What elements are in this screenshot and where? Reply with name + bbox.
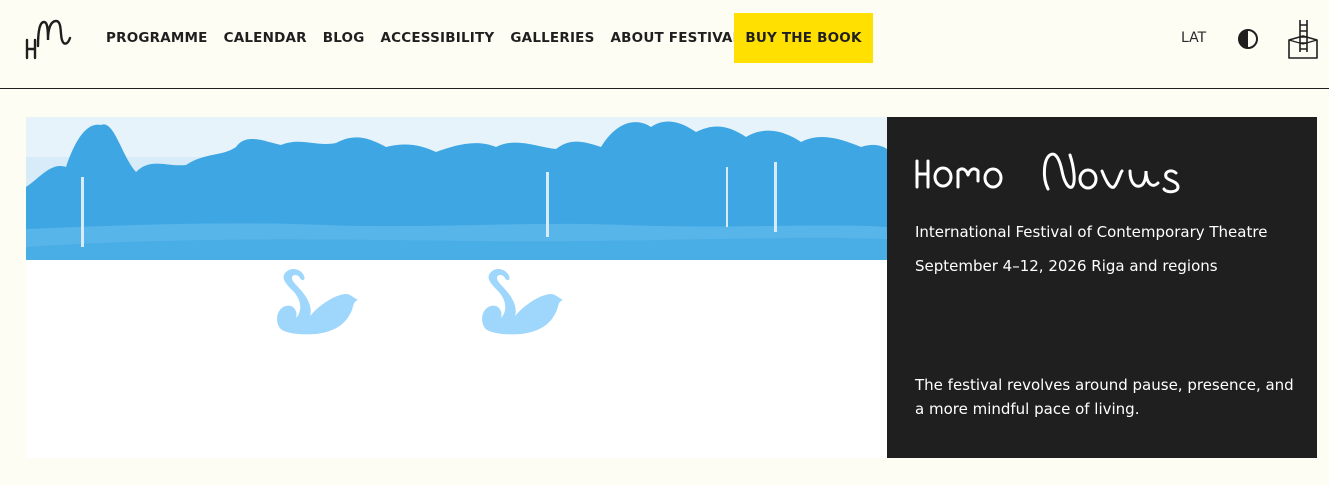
festival-subtitle: International Festival of Contemporary T…: [915, 223, 1268, 241]
nav-calendar[interactable]: CALENDAR: [224, 30, 307, 46]
festival-description: The festival revolves around pause, pres…: [915, 376, 1294, 418]
homo-novus-wordmark: [915, 152, 1180, 194]
house-ladder-icon[interactable]: [1286, 16, 1320, 60]
nav-galleries[interactable]: GALLERIES: [510, 30, 594, 46]
contrast-icon[interactable]: [1237, 28, 1259, 50]
swan-icon: [482, 269, 563, 335]
nav-blog[interactable]: BLOG: [323, 30, 365, 46]
festival-dates: September 4–12, 2026 Riga and regions: [915, 257, 1218, 275]
hero-image-area: [26, 117, 887, 458]
main-nav: PROGRAMME CALENDAR BLOG ACCESSIBILITY GA…: [106, 0, 757, 76]
nav-about-festival[interactable]: ABOUT FESTIVAL: [611, 30, 742, 46]
buy-the-book-button[interactable]: BUY THE BOOK: [734, 13, 873, 63]
hn-logo-icon[interactable]: [24, 18, 74, 60]
swan-icon: [277, 269, 358, 335]
language-switch[interactable]: LAT: [1181, 30, 1206, 46]
festival-info-panel: International Festival of Contemporary T…: [887, 117, 1317, 458]
site-header: PROGRAMME CALENDAR BLOG ACCESSIBILITY GA…: [0, 0, 1329, 89]
nav-programme[interactable]: PROGRAMME: [106, 30, 208, 46]
landscape-image: [26, 117, 887, 260]
nav-accessibility[interactable]: ACCESSIBILITY: [381, 30, 495, 46]
